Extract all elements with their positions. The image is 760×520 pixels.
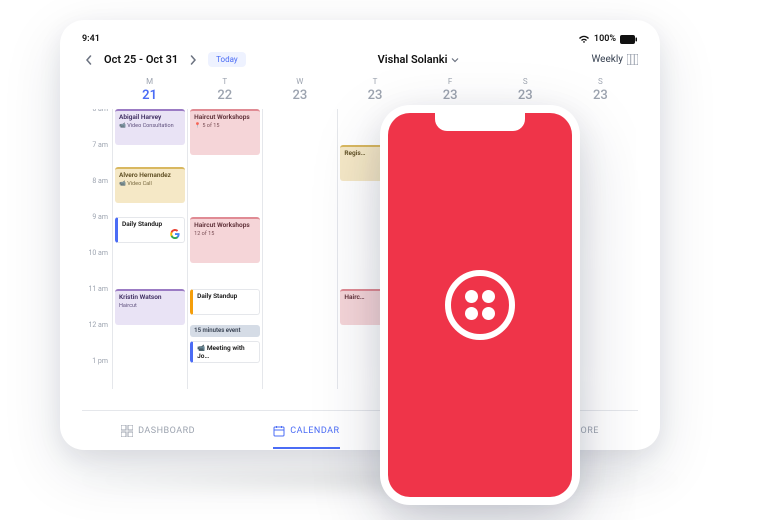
day-header[interactable]: M 21	[112, 77, 187, 103]
phone-frame	[380, 105, 580, 505]
event-title: Kristin Watson	[119, 294, 181, 302]
day-header[interactable]: S 23	[488, 77, 563, 103]
calendar-event[interactable]: Daily Standup	[115, 217, 185, 243]
nav-calendar-label: CALENDAR	[290, 426, 339, 436]
day-number: 23	[262, 88, 337, 103]
calendar-event[interactable]: Haircut Workshops12 of 15	[190, 217, 260, 263]
phone-notch	[435, 113, 525, 131]
day-number: 21	[112, 88, 187, 103]
calendar-event[interactable]: Haircut Workshops📍 5 of 15	[190, 109, 260, 155]
time-label: 10 am	[88, 249, 108, 257]
day-number: 23	[337, 88, 412, 103]
event-title: Haircut Workshops	[194, 222, 256, 230]
day-number: 23	[488, 88, 563, 103]
twilio-logo-icon	[445, 270, 515, 340]
event-title: 15 minutes event	[194, 327, 256, 334]
battery-pct: 100%	[594, 34, 616, 44]
event-subtitle: 📍 5 of 15	[194, 123, 256, 129]
calendar-event[interactable]: Kristin WatsonHaircut	[115, 289, 185, 325]
event-title: Daily Standup	[122, 221, 180, 229]
calendar-event[interactable]: 15 minutes event	[190, 325, 260, 337]
calendar-event[interactable]: Alvero Hernandez📹 Video Call	[115, 167, 185, 203]
battery-icon	[620, 35, 638, 44]
dashboard-icon	[121, 425, 133, 437]
day-number: 22	[187, 88, 262, 103]
time-label: 9 am	[92, 213, 108, 221]
event-title: Daily Standup	[197, 293, 255, 301]
google-icon	[170, 229, 180, 239]
time-label: 6 am	[92, 109, 108, 113]
nav-dashboard-label: DASHBOARD	[138, 426, 195, 436]
phone-screen	[388, 113, 572, 497]
status-bar: 9:41 100%	[82, 34, 638, 44]
day-headers: M21T22W23T23F23S23S23	[112, 77, 638, 103]
view-selector[interactable]: Weekly	[591, 54, 638, 65]
time-label: 1 pm	[92, 357, 108, 365]
calendar-event[interactable]: Abigail Harvey📹 Video Consultation	[115, 109, 185, 145]
day-letter: M	[112, 77, 187, 86]
day-letter: F	[413, 77, 488, 86]
day-letter: W	[262, 77, 337, 86]
event-subtitle: 📹 Video Consultation	[119, 123, 181, 129]
day-column[interactable]: Day off	[262, 109, 337, 389]
status-time: 9:41	[82, 34, 100, 44]
event-subtitle: 12 of 15	[194, 231, 256, 237]
event-title: Haircut Workshops	[194, 114, 256, 122]
day-letter: S	[488, 77, 563, 86]
next-week-button[interactable]	[186, 53, 200, 67]
time-label: 8 am	[92, 177, 108, 185]
day-column[interactable]: Haircut Workshops📍 5 of 15Haircut Worksh…	[187, 109, 262, 389]
nav-dashboard[interactable]: DASHBOARD	[121, 425, 195, 437]
day-letter: S	[563, 77, 638, 86]
chevron-down-icon	[451, 56, 459, 64]
wifi-icon	[578, 35, 590, 44]
event-subtitle: Haircut	[119, 303, 181, 309]
date-range-label: Oct 25 - Oct 31	[104, 53, 178, 66]
day-column[interactable]: Abigail Harvey📹 Video Consultation Alvero…	[112, 109, 187, 389]
time-label: 11 am	[88, 285, 108, 293]
day-header[interactable]: T 23	[337, 77, 412, 103]
nav-calendar[interactable]: CALENDAR	[273, 425, 339, 437]
day-header[interactable]: S 23	[563, 77, 638, 103]
time-label: 7 am	[92, 141, 108, 149]
day-number: 23	[563, 88, 638, 103]
event-title: Alvero Hernandez	[119, 172, 181, 180]
date-navigator: Oct 25 - Oct 31 Today	[82, 52, 246, 67]
calendar-event[interactable]: Daily Standup	[190, 289, 260, 315]
event-subtitle: 📹 Video Call	[119, 181, 181, 187]
time-label: 12 am	[88, 321, 108, 329]
day-header[interactable]: F 23	[413, 77, 488, 103]
event-title: 📹 Meeting with Jo…	[197, 345, 255, 361]
grid-view-icon	[627, 54, 638, 65]
user-name: Vishal Solanki	[378, 53, 448, 66]
day-header[interactable]: T 22	[187, 77, 262, 103]
event-title: Abigail Harvey	[119, 114, 181, 122]
view-label: Weekly	[591, 54, 623, 65]
day-letter: T	[337, 77, 412, 86]
today-button[interactable]: Today	[208, 52, 246, 67]
day-letter: T	[187, 77, 262, 86]
calendar-event[interactable]: 📹 Meeting with Jo…	[190, 341, 260, 363]
day-header[interactable]: W 23	[262, 77, 337, 103]
day-number: 23	[413, 88, 488, 103]
prev-week-button[interactable]	[82, 53, 96, 67]
calendar-icon	[273, 425, 285, 437]
user-selector[interactable]: Vishal Solanki	[378, 53, 460, 66]
